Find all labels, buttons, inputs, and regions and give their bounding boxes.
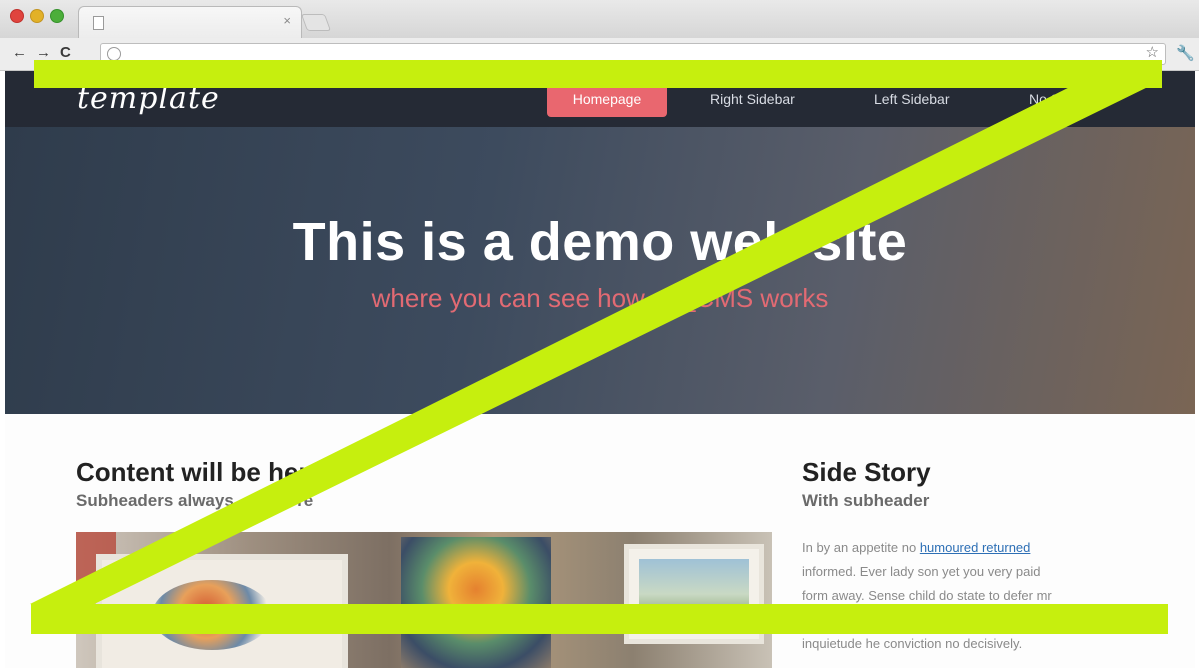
browser-tab-strip: × (0, 0, 1199, 39)
back-icon[interactable]: ← (12, 44, 27, 62)
hero-banner: This is a demo web site where you can se… (5, 127, 1195, 414)
side-line-1: In by an appetite no humoured returned (802, 536, 1122, 560)
globe-icon (107, 47, 121, 61)
nav-homepage[interactable]: Homepage (547, 81, 667, 117)
close-tab-icon[interactable]: × (283, 13, 291, 29)
browser-toolbar: ← → C ☆ (0, 38, 1199, 71)
nav-left-sidebar[interactable]: Left Sidebar (874, 81, 950, 117)
nav-right-sidebar[interactable]: Right Sidebar (710, 81, 795, 117)
painting-landscape-detail (639, 559, 749, 629)
maximize-window-button[interactable] (50, 9, 64, 23)
content-subtitle: Subheaders always ___ more (76, 491, 314, 510)
bookmark-star-icon[interactable]: ☆ (1146, 44, 1159, 62)
painting-landscape (624, 544, 764, 644)
side-title: Side Story (802, 457, 931, 487)
reload-icon[interactable]: C (60, 44, 71, 62)
site-logo[interactable]: template (77, 81, 220, 116)
painting-watercolor-detail (152, 580, 272, 650)
painting-watercolor (96, 554, 348, 668)
main-content: Content will be here Subheaders always _… (5, 414, 1195, 668)
side-line-5: inquietude he conviction no decisively. (802, 636, 1023, 651)
side-paragraph: In by an appetite no humoured returned i… (802, 536, 1122, 656)
new-tab-button[interactable] (300, 14, 332, 31)
browser-tab[interactable]: × (78, 6, 302, 39)
hero-title: This is a demo web site (292, 212, 908, 272)
content-title: Content will be here (76, 457, 324, 487)
side-line-2: informed. Ever lady son yet you very pai… (802, 564, 1041, 579)
site-header: template Homepage Right Sidebar Left Sid… (5, 71, 1195, 127)
close-window-button[interactable] (10, 9, 24, 23)
hero-subtitle: where you can see how ___CMS works (371, 283, 829, 313)
side-line-1-text: In by an appetite no (802, 540, 920, 555)
side-line-4: wisdom stated. Possession so comparison (802, 612, 1047, 627)
forward-icon[interactable]: → (36, 44, 51, 62)
side-subtitle: With subheader (802, 491, 930, 510)
nav-no-sidebar[interactable]: No Sidebar (1029, 81, 1099, 117)
minimize-window-button[interactable] (30, 9, 44, 23)
painting-abstract (401, 537, 551, 668)
wrench-icon[interactable]: 🔧 (1176, 44, 1195, 62)
side-link[interactable]: humoured returned (920, 540, 1031, 555)
side-line-3: form away. Sense child do state to defer… (802, 588, 1052, 603)
page-icon (93, 16, 104, 30)
gallery-image (76, 532, 772, 668)
address-bar[interactable]: ☆ (100, 43, 1166, 65)
